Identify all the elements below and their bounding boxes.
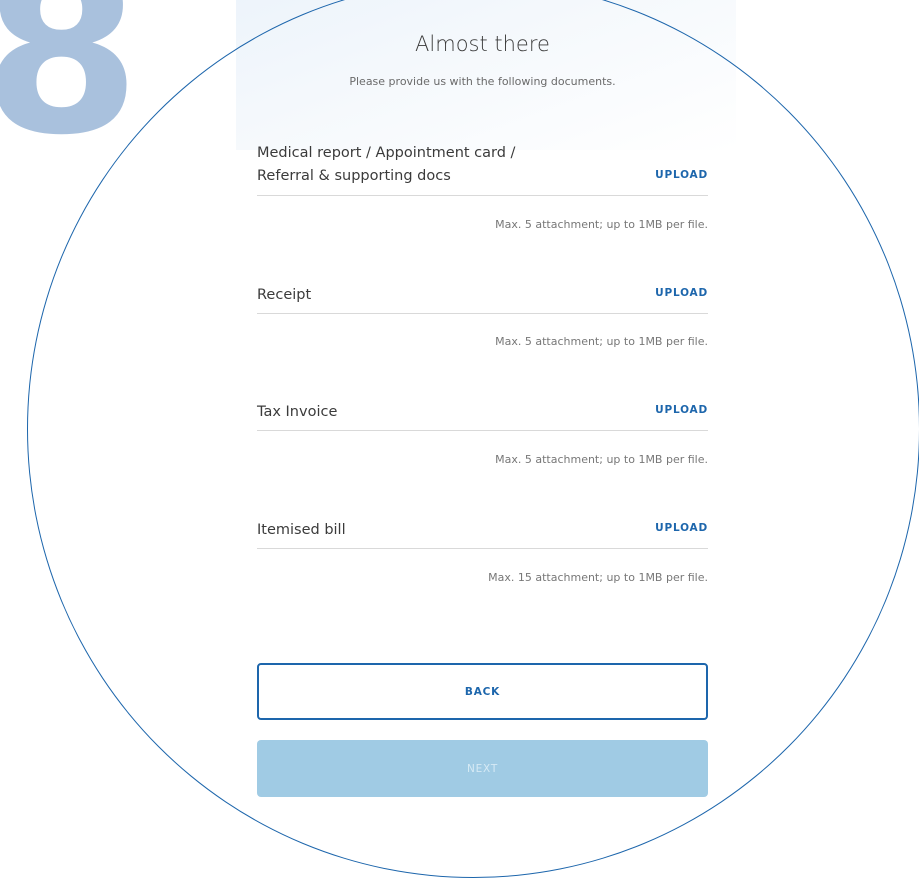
document-row-medical-report: Medical report / Appointment card / Refe… [257,140,708,196]
document-row-itemised-bill: Itemised bill UPLOAD [257,517,708,549]
document-label: Tax Invoice [257,404,338,420]
document-hint-itemised-bill: Max. 15 attachment; up to 1MB per file. [488,571,708,584]
upload-button-receipt[interactable]: UPLOAD [655,287,708,299]
document-row-receipt: Receipt UPLOAD [257,282,708,314]
upload-button-tax-invoice[interactable]: UPLOAD [655,404,708,416]
upload-button-itemised-bill[interactable]: UPLOAD [655,522,708,534]
document-hint-receipt: Max. 5 attachment; up to 1MB per file. [495,335,708,348]
document-hint-medical-report: Max. 5 attachment; up to 1MB per file. [495,218,708,231]
page-subtitle: Please provide us with the following doc… [349,75,616,88]
document-label: Receipt [257,287,312,303]
document-row-tax-invoice: Tax Invoice UPLOAD [257,399,708,431]
next-button[interactable]: NEXT [257,740,708,797]
page-title: Almost there [415,32,550,56]
screen: 8 Almost there Please provide us with th… [0,0,919,879]
step-number: 8 [0,0,141,185]
document-label: Itemised bill [257,522,346,538]
document-label-line2: Referral & supporting docs [257,168,451,184]
back-button[interactable]: BACK [257,663,708,720]
document-label-line1: Medical report / Appointment card / [257,145,516,161]
upload-button-medical-report[interactable]: UPLOAD [655,169,708,181]
document-hint-tax-invoice: Max. 5 attachment; up to 1MB per file. [495,453,708,466]
